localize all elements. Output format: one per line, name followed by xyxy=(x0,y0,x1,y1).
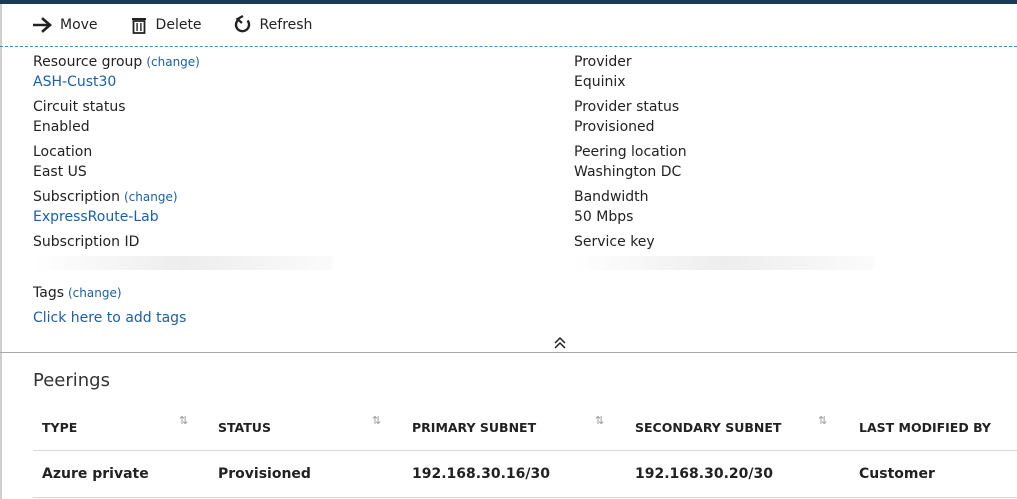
service-key-label: Service key xyxy=(574,234,655,250)
peerings-heading: Peerings xyxy=(33,370,110,391)
double-chevron-up-icon[interactable] xyxy=(553,335,567,349)
subscription-field: Subscription (change) ExpressRoute-Lab xyxy=(33,187,553,232)
column-header-type[interactable]: TYPE ⇅ xyxy=(33,414,209,435)
peering-location-value: Washington DC xyxy=(574,164,682,180)
bandwidth-label: Bandwidth xyxy=(574,189,649,205)
subscription-id-label: Subscription ID xyxy=(33,234,140,250)
provider-status-value: Provisioned xyxy=(574,119,655,135)
resource-group-field: Resource group (change) ASH-Cust30 xyxy=(33,52,553,97)
provider-label: Provider xyxy=(574,54,632,70)
delete-label: Delete xyxy=(155,17,202,33)
cell-type: Azure private xyxy=(42,466,149,482)
resource-group-change-link[interactable]: (change) xyxy=(146,55,200,69)
column-header-last-modified-by[interactable]: LAST MODIFIED BY xyxy=(850,420,1017,435)
table-row[interactable]: Azure private Provisioned 192.168.30.16/… xyxy=(33,451,1017,498)
column-header-primary-subnet[interactable]: PRIMARY SUBNET ⇅ xyxy=(403,414,626,435)
sort-arrows-icon[interactable]: ⇅ xyxy=(818,414,827,427)
arrow-right-icon xyxy=(32,14,54,36)
delete-button[interactable]: Delete xyxy=(128,9,202,41)
subscription-id-redacted-value xyxy=(33,256,333,270)
essentials-divider xyxy=(0,352,1017,353)
circuit-status-value: Enabled xyxy=(33,119,90,135)
location-label: Location xyxy=(33,144,93,160)
essentials-panel: Resource group (change) ASH-Cust30 Circui… xyxy=(0,48,1017,349)
resource-group-label: Resource group xyxy=(33,54,143,70)
sort-arrows-icon[interactable]: ⇅ xyxy=(595,414,604,427)
location-value: East US xyxy=(33,164,87,180)
location-field: Location East US xyxy=(33,142,553,187)
service-key-field: Service key xyxy=(574,232,1004,277)
service-key-redacted-value xyxy=(574,256,874,270)
column-header-secondary-subnet[interactable]: SECONDARY SUBNET ⇅ xyxy=(626,414,850,435)
provider-status-field: Provider status Provisioned xyxy=(574,97,1004,142)
circuit-status-label: Circuit status xyxy=(33,99,126,115)
sort-arrows-icon[interactable]: ⇅ xyxy=(179,414,188,427)
sort-arrows-icon[interactable]: ⇅ xyxy=(372,414,381,427)
peerings-table-header: TYPE ⇅ STATUS ⇅ PRIMARY SUBNET ⇅ SECONDA… xyxy=(33,404,1017,451)
tags-section: Tags (change) Click here to add tags xyxy=(33,284,186,328)
peerings-table: TYPE ⇅ STATUS ⇅ PRIMARY SUBNET ⇅ SECONDA… xyxy=(33,404,1017,498)
circuit-status-field: Circuit status Enabled xyxy=(33,97,553,142)
essentials-right-column: Provider Equinix Provider status Provisi… xyxy=(574,52,1004,277)
resource-group-value-link[interactable]: ASH-Cust30 xyxy=(33,72,553,92)
provider-status-label: Provider status xyxy=(574,99,680,115)
subscription-id-field: Subscription ID xyxy=(33,232,553,277)
refresh-button[interactable]: Refresh xyxy=(232,9,313,41)
tags-change-link[interactable]: (change) xyxy=(68,286,122,300)
command-bar: Move Delete Refresh xyxy=(0,4,1017,46)
cell-secondary-subnet: 192.168.30.20/30 xyxy=(635,466,773,482)
subscription-label: Subscription xyxy=(33,189,120,205)
move-label: Move xyxy=(60,17,98,33)
cell-primary-subnet: 192.168.30.16/30 xyxy=(412,466,550,482)
bandwidth-value: 50 Mbps xyxy=(574,209,634,225)
tags-label: Tags xyxy=(33,285,64,301)
provider-value: Equinix xyxy=(574,74,626,90)
column-header-status[interactable]: STATUS ⇅ xyxy=(209,414,403,435)
subscription-value-link[interactable]: ExpressRoute-Lab xyxy=(33,207,553,227)
peering-location-field: Peering location Washington DC xyxy=(574,142,1004,187)
trash-icon xyxy=(128,14,150,36)
refresh-label: Refresh xyxy=(259,17,313,33)
cell-status: Provisioned xyxy=(218,466,311,482)
move-button[interactable]: Move xyxy=(32,9,98,41)
peering-location-label: Peering location xyxy=(574,144,687,160)
bandwidth-field: Bandwidth 50 Mbps xyxy=(574,187,1004,232)
essentials-left-column: Resource group (change) ASH-Cust30 Circui… xyxy=(33,52,553,277)
subscription-change-link[interactable]: (change) xyxy=(124,190,178,204)
refresh-icon xyxy=(232,14,254,36)
toolbar-divider xyxy=(0,46,1017,47)
add-tags-link[interactable]: Click here to add tags xyxy=(33,308,186,328)
cell-last-modified-by: Customer xyxy=(859,466,935,482)
provider-field: Provider Equinix xyxy=(574,52,1004,97)
